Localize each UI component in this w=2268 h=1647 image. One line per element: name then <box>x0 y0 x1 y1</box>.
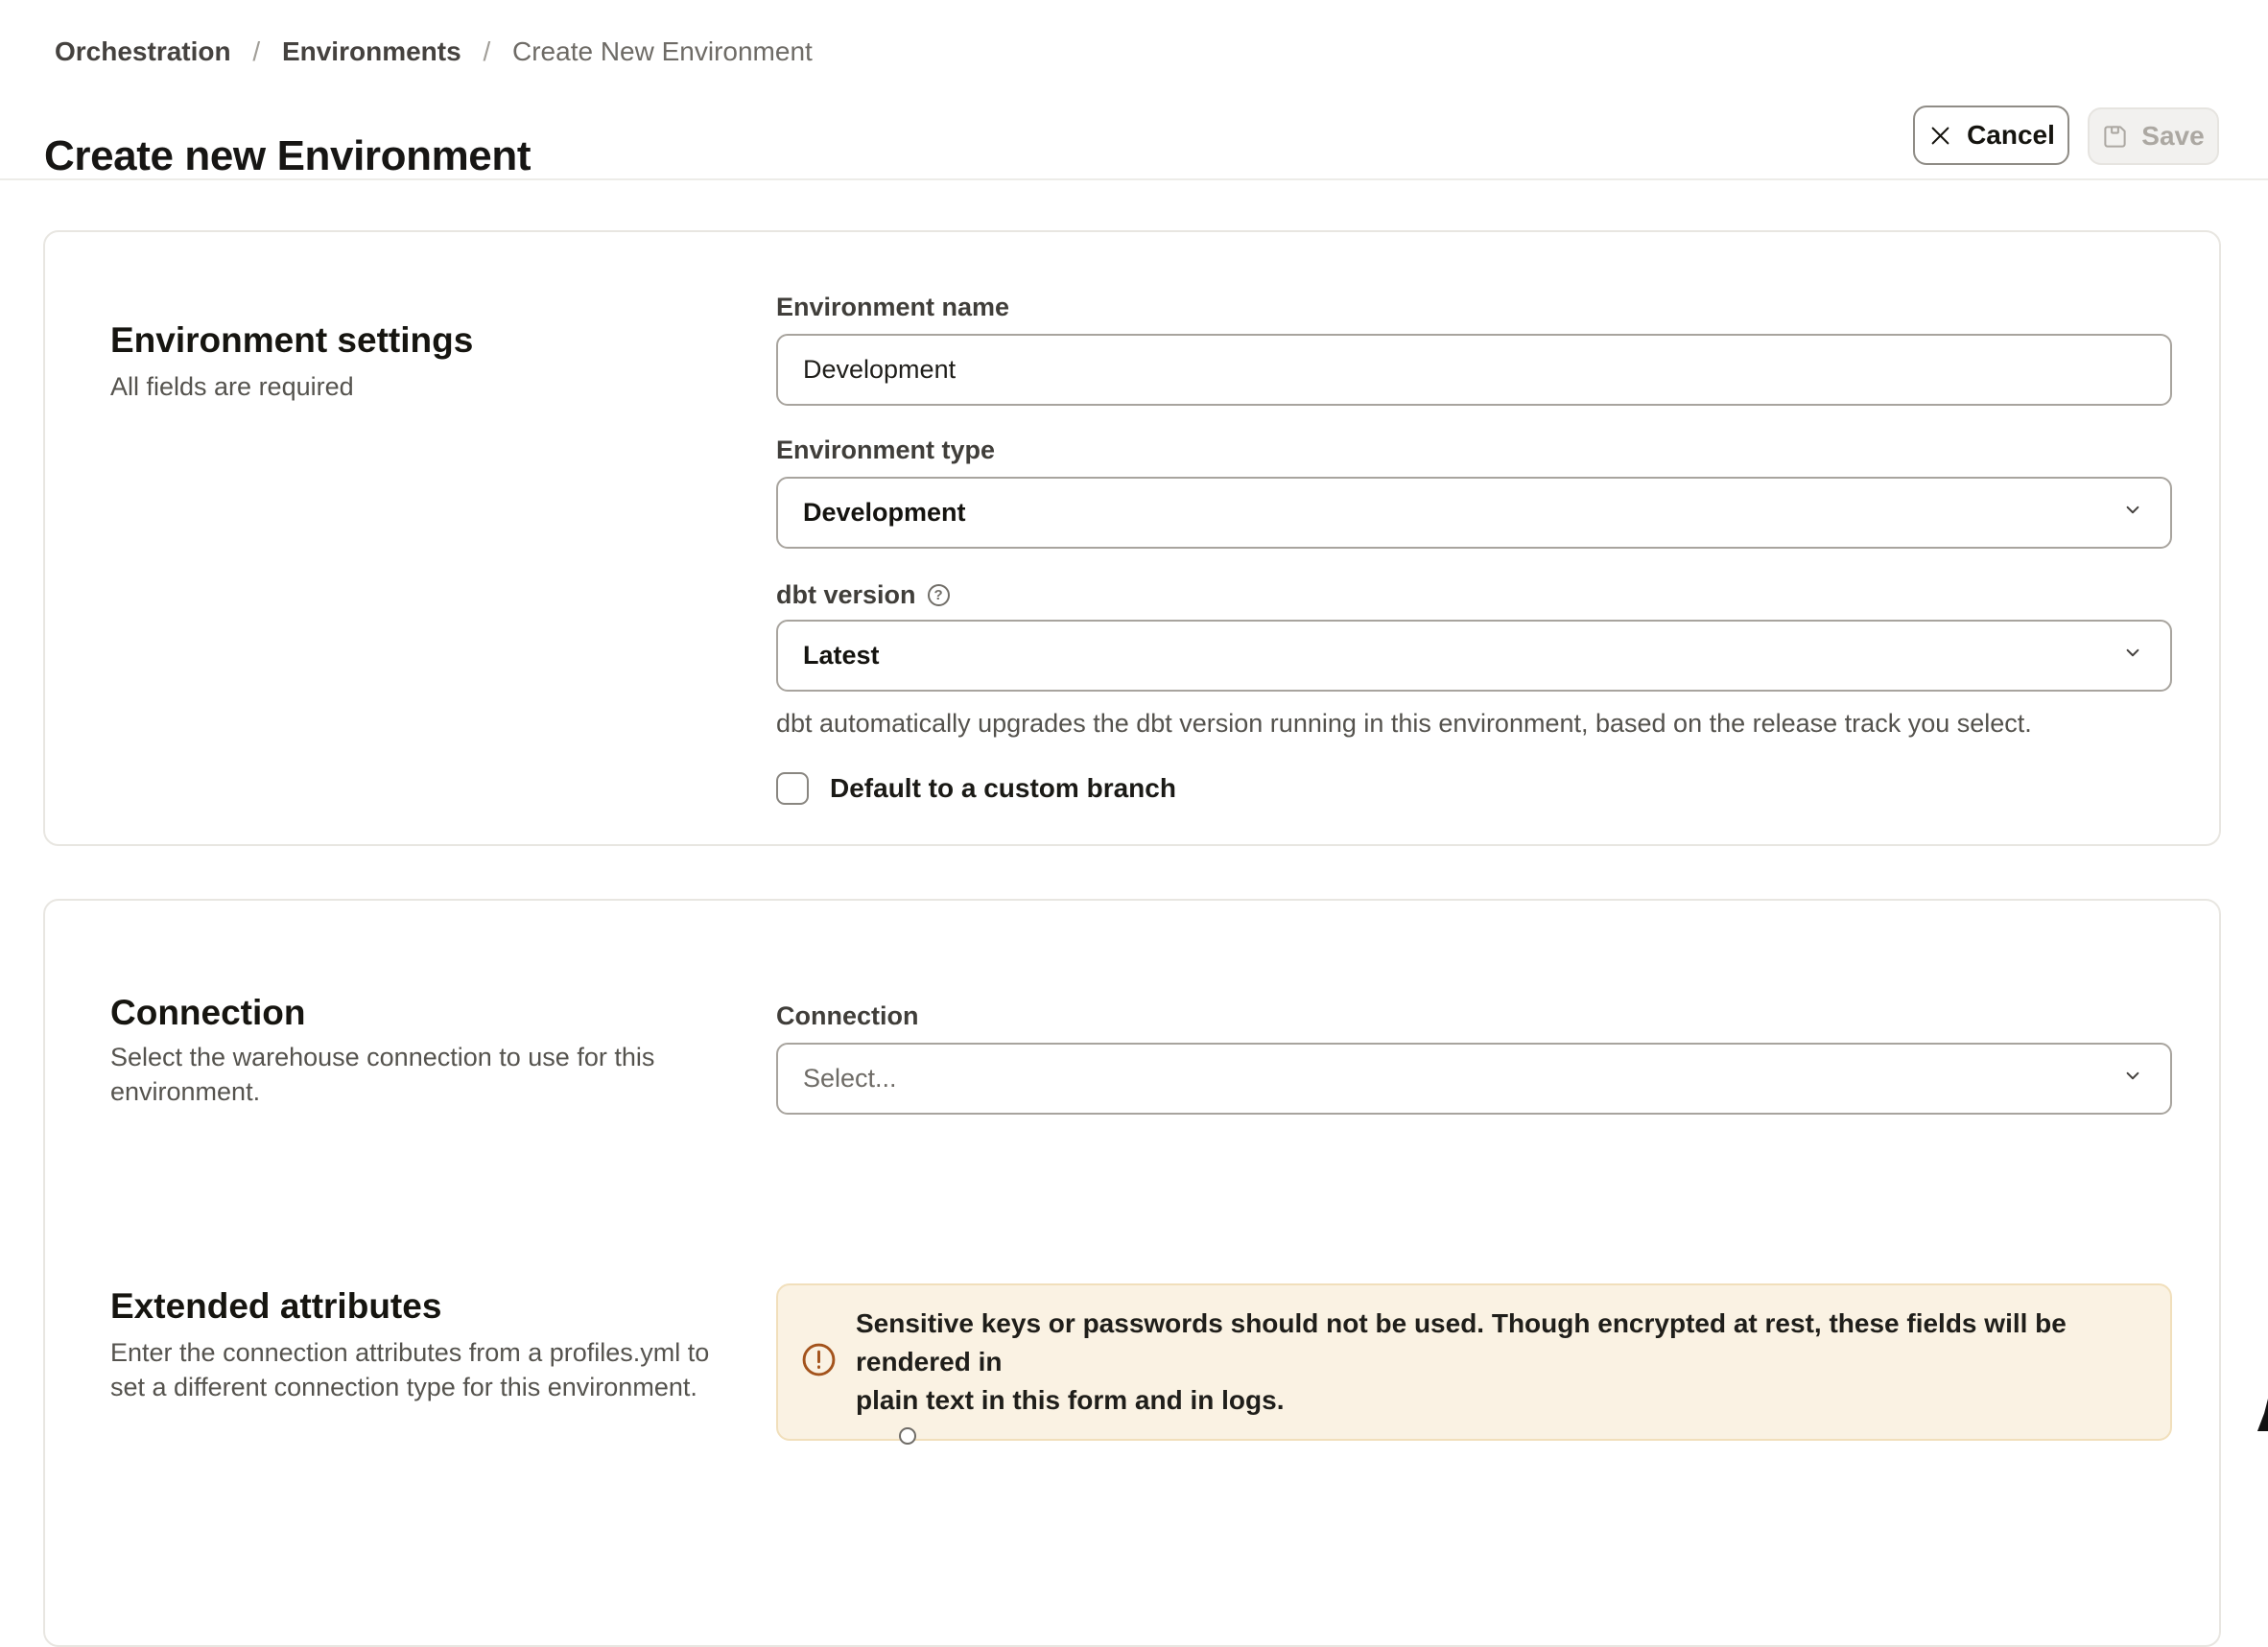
help-question-icon[interactable]: ? <box>928 584 950 606</box>
connection-form: Connection Select... <box>776 1000 2172 1115</box>
breadcrumb-item-orchestration[interactable]: Orchestration <box>55 36 231 66</box>
connection-field-label-text: Connection <box>776 1000 919 1031</box>
warning-text-line: plain text in this form and in logs. <box>856 1381 2141 1420</box>
extended-attributes-subtext-line: set a different connection type for this… <box>110 1370 709 1404</box>
dbt-version-label-text: dbt version <box>776 579 916 610</box>
header-divider <box>0 178 2268 180</box>
connection-heading: Connection <box>110 992 305 1034</box>
custom-branch-label: Default to a custom branch <box>830 773 1176 804</box>
chevron-down-icon <box>2120 640 2145 671</box>
environment-name-input[interactable] <box>776 334 2172 406</box>
cancel-button-label: Cancel <box>1967 120 2055 151</box>
environment-type-select[interactable]: Development <box>776 477 2172 549</box>
custom-branch-row: Default to a custom branch <box>776 772 2172 805</box>
extended-attributes-subtext-line: Enter the connection attributes from a p… <box>110 1335 709 1370</box>
connection-subtext-line: Select the warehouse connection to use f… <box>110 1040 654 1074</box>
save-icon <box>2102 124 2128 150</box>
connection-field-label: Connection <box>776 1000 2172 1031</box>
connection-placeholder: Select... <box>803 1064 897 1094</box>
environment-settings-heading: Environment settings <box>110 319 473 362</box>
dbt-version-helper-text: dbt automatically upgrades the dbt versi… <box>776 707 2172 740</box>
connection-card: Connection Select the warehouse connecti… <box>43 899 2221 1647</box>
sensitive-keys-warning-banner: Sensitive keys or passwords should not b… <box>776 1283 2172 1441</box>
connection-subtext: Select the warehouse connection to use f… <box>110 1040 654 1109</box>
environment-type-label: Environment type <box>776 435 2172 465</box>
environment-type-label-text: Environment type <box>776 435 995 465</box>
environment-settings-card: Environment settings All fields are requ… <box>43 230 2221 846</box>
environment-settings-form: Environment name Environment type Develo… <box>776 292 2172 805</box>
page-title: Create new Environment <box>44 131 531 181</box>
environment-settings-subtext: All fields are required <box>110 369 354 404</box>
breadcrumb-separator: / <box>252 36 260 66</box>
dbt-version-select[interactable]: Latest <box>776 620 2172 692</box>
breadcrumb: Orchestration / Environments / Create Ne… <box>55 36 813 67</box>
chevron-down-icon <box>2120 1063 2145 1094</box>
extended-attributes-heading: Extended attributes <box>110 1285 441 1328</box>
cancel-button[interactable]: Cancel <box>1913 106 2069 165</box>
environment-type-value: Development <box>803 498 966 528</box>
breadcrumb-item-current: Create New Environment <box>512 36 813 66</box>
warning-text: Sensitive keys or passwords should not b… <box>856 1305 2141 1420</box>
environment-name-label: Environment name <box>776 292 2172 322</box>
close-icon <box>1927 123 1953 149</box>
warning-text-line: Sensitive keys or passwords should not b… <box>856 1305 2141 1381</box>
connection-subtext-line: environment. <box>110 1074 654 1109</box>
breadcrumb-item-environments[interactable]: Environments <box>282 36 461 66</box>
dbt-version-label: dbt version ? <box>776 579 2172 610</box>
environment-name-label-text: Environment name <box>776 292 1009 322</box>
cursor-fragment <box>2256 1399 2268 1431</box>
chevron-down-icon <box>2120 497 2145 529</box>
clipped-help-icon <box>899 1427 916 1445</box>
connection-select[interactable]: Select... <box>776 1043 2172 1115</box>
custom-branch-checkbox[interactable] <box>776 772 809 805</box>
alert-circle-icon <box>801 1342 837 1382</box>
dbt-version-value: Latest <box>803 641 880 671</box>
breadcrumb-separator: / <box>483 36 490 66</box>
extended-attributes-subtext: Enter the connection attributes from a p… <box>110 1335 709 1404</box>
save-button-label: Save <box>2141 121 2204 152</box>
save-button[interactable]: Save <box>2088 107 2219 165</box>
